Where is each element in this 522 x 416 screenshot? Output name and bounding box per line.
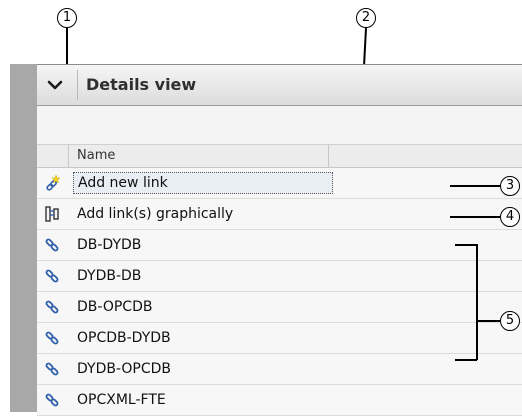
list-item-label: Add new link [73, 172, 333, 194]
list-item-add-links-graphically[interactable]: Add link(s) graphically [37, 199, 522, 230]
callout-5-bracket-top [455, 244, 477, 246]
callout-3: 3 [500, 176, 520, 196]
callout-5: 5 [500, 311, 520, 331]
list-item-link[interactable]: DYDB-DB [37, 261, 522, 292]
callout-2: 2 [356, 8, 376, 28]
callout-5-leader [476, 320, 500, 322]
column-divider [68, 145, 69, 167]
list-item-label: DB-OPCDB [77, 299, 153, 315]
chevron-down-icon[interactable] [43, 74, 67, 96]
column-header-name[interactable]: Name [77, 148, 115, 163]
link-icon [45, 300, 59, 314]
details-view-header[interactable]: Details view [37, 65, 522, 106]
list-item-link[interactable]: OPCDB-DYDB [37, 323, 522, 354]
add-link-star-icon [46, 174, 61, 191]
list-item-link[interactable]: OPCXML-FTE [37, 385, 522, 416]
graphical-link-icon [45, 206, 59, 222]
toolbar-area [37, 106, 522, 144]
list-item-label: DB-DYDB [77, 237, 142, 253]
panel-title: Details view [86, 75, 197, 94]
callout-5-bracket [476, 244, 478, 360]
list-item-link[interactable]: DB-DYDB [37, 230, 522, 261]
list-item-label: DYDB-OPCDB [77, 361, 172, 377]
list-item-link[interactable]: DYDB-OPCDB [37, 354, 522, 385]
list-item-label: OPCXML-FTE [77, 392, 166, 408]
list-item-label: Add link(s) graphically [77, 206, 234, 222]
link-icon [45, 393, 59, 407]
column-divider[interactable] [328, 145, 329, 167]
list-item-label: DYDB-DB [77, 268, 142, 284]
callout-5-bracket-bottom [455, 359, 477, 361]
link-icon [45, 362, 59, 376]
column-header-row: Name [37, 144, 522, 168]
callout-1: 1 [57, 8, 77, 28]
list-item-add-new-link[interactable]: Add new link [37, 168, 522, 199]
header-separator [77, 70, 78, 100]
callout-4: 4 [500, 207, 520, 227]
list-item-link[interactable]: DB-OPCDB [37, 292, 522, 323]
callout-4-leader [450, 216, 500, 218]
callout-3-leader [450, 185, 500, 187]
links-list: Add new link Add link(s) graphically DB-… [37, 168, 522, 416]
left-sidebar-strip [10, 64, 37, 412]
link-icon [45, 269, 59, 283]
link-icon [45, 238, 59, 252]
details-view-panel: Details view Name Add new link Add link(… [37, 64, 522, 416]
link-icon [45, 331, 59, 345]
list-item-label: OPCDB-DYDB [77, 330, 171, 346]
